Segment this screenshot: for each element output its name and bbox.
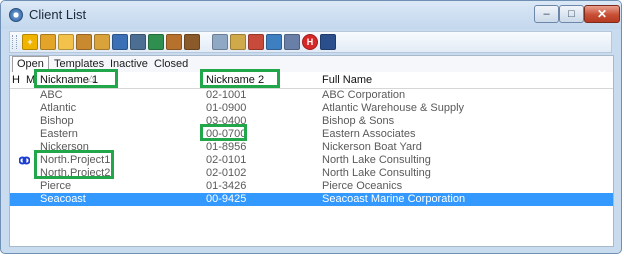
key-icon[interactable] [94,34,110,50]
open-folder-icon[interactable] [40,34,56,50]
cell-fullname: Seacoast Marine Corporation [322,193,466,205]
column-fullname[interactable]: Full Name [322,74,372,86]
cell-nickname2: 02-1001 [206,89,247,101]
group-icon[interactable] [166,34,182,50]
cell-nickname2: 02-0102 [206,167,247,179]
cell-nickname1: Bishop [40,115,74,127]
cell-fullname: Pierce Oceanics [322,180,403,192]
globe-icon[interactable] [148,34,164,50]
table-row[interactable]: Seacoast 00-9425 Seacoast Marine Corporati… [10,193,613,206]
cell-nickname2: 01-8956 [206,141,247,153]
maximize-button[interactable]: □ [559,5,584,23]
toolbar-grip[interactable] [12,35,17,49]
title-bar[interactable]: Client List ‒ □ ✕ [1,1,621,29]
toolbar: + H [9,31,612,53]
database-icon[interactable] [284,34,300,50]
cell-nickname1: Atlantic [40,102,77,114]
highlight-eastern-code [200,124,247,141]
bank-icon[interactable] [130,34,146,50]
highlight-nickname2-header [200,69,280,88]
cell-nickname2: 01-0900 [206,102,247,114]
cell-fullname: Nickerson Boat Yard [322,141,422,153]
minimize-button[interactable]: ‒ [534,5,559,23]
cell-fullname: Atlantic Warehouse & Supply [322,102,465,114]
cell-fullname: North Lake Consulting [322,167,431,179]
archive-icon[interactable] [184,34,200,50]
cell-nickname1: ABC [40,89,63,101]
client-list-window: Client List ‒ □ ✕ + H Open Templates Inac… [0,0,622,254]
table-row[interactable]: Pierce 01-3426 Pierce Oceanics [10,180,613,193]
highlight-north-projects [34,150,114,179]
highlight-nickname1-header [34,69,118,88]
cell-nickname1: Pierce [40,180,72,192]
cell-fullname: North Lake Consulting [322,154,431,166]
copy-icon[interactable] [230,34,246,50]
table-row[interactable]: Bishop 03-0400 Bishop & Sons [10,115,613,128]
table-row[interactable]: Eastern 00-0700 Eastern Associates [10,128,613,141]
report-icon[interactable] [248,34,264,50]
new-client-icon[interactable]: + [22,34,38,50]
cell-nickname2: 01-3426 [206,180,247,192]
tab-closed[interactable]: Closed [150,57,192,72]
cell-nickname1: Eastern [40,128,78,140]
cell-fullname: ABC Corporation [322,89,406,101]
app-clock-icon [9,8,23,22]
column-h[interactable]: H [12,74,20,86]
cell-nickname2: 02-0101 [206,154,247,166]
users-icon[interactable] [76,34,92,50]
table-row[interactable]: Atlantic 01-0900 Atlantic Warehouse & Supp… [10,102,613,115]
window-icon[interactable] [320,34,336,50]
window-title: Client List [29,7,87,22]
cell-nickname1: Seacoast [40,193,86,205]
client-list-panel: Open Templates Inactive Closed H M Nickn… [9,55,614,247]
cell-fullname: Bishop & Sons [322,115,395,127]
import-icon[interactable] [266,34,282,50]
folder-icon[interactable] [58,34,74,50]
link-icon [18,155,31,166]
cell-nickname2: 00-9425 [206,193,247,205]
cell-fullname: Eastern Associates [322,128,416,140]
help-icon[interactable]: H [302,34,318,50]
close-button[interactable]: ✕ [584,5,620,23]
table-row[interactable]: ABC 02-1001 ABC Corporation [10,89,613,102]
edit-icon[interactable] [212,34,228,50]
person-card-icon[interactable] [112,34,128,50]
